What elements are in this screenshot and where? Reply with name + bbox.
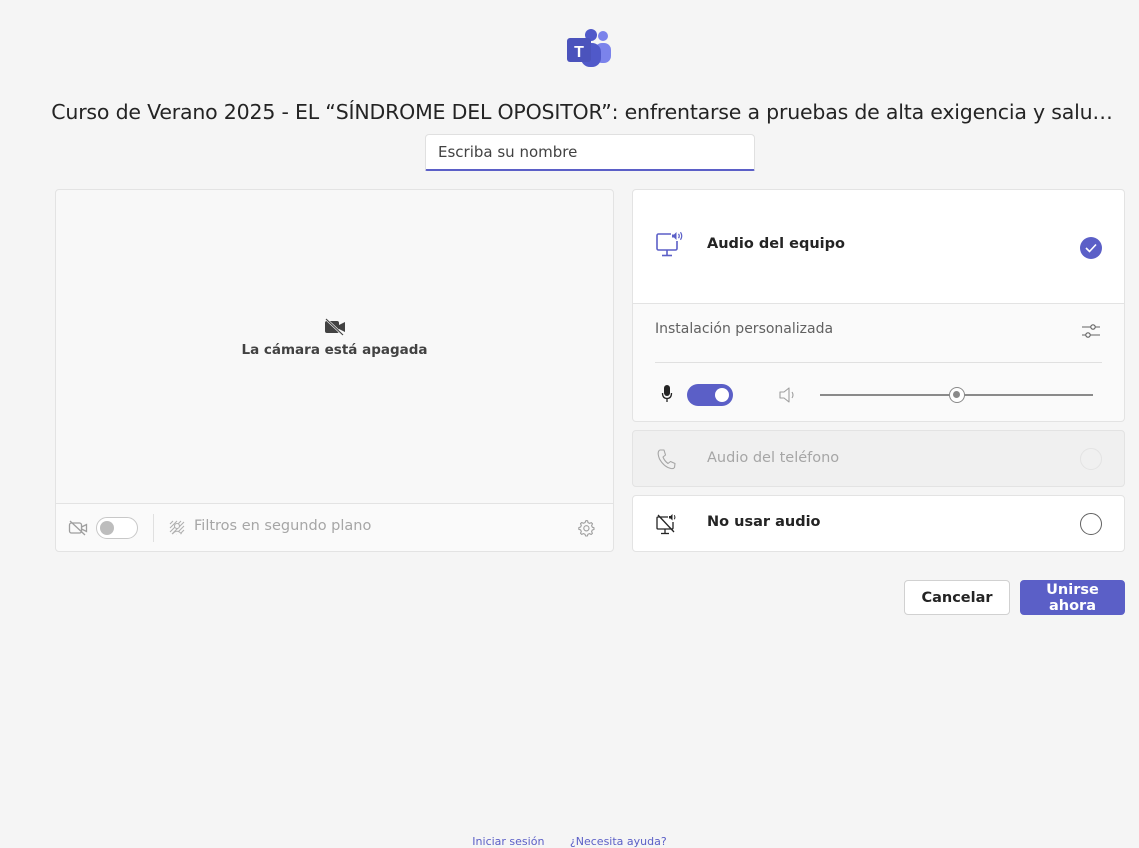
camera-off-label: La cámara está apagada — [241, 342, 428, 358]
divider — [655, 362, 1102, 363]
volume-slider-thumb[interactable] — [948, 387, 965, 403]
camera-toggle[interactable] — [96, 517, 138, 539]
video-off-icon — [324, 318, 345, 336]
speaker-off-icon — [656, 513, 677, 535]
phone-audio-option[interactable]: Audio del teléfono — [632, 430, 1125, 487]
svg-text:T: T — [574, 44, 584, 61]
cancel-button[interactable]: Cancelar — [904, 580, 1010, 615]
toolbar-divider — [153, 514, 154, 542]
microphone-icon — [661, 385, 673, 402]
no-audio-radio[interactable] — [1080, 513, 1102, 535]
computer-speaker-icon — [656, 231, 683, 257]
background-filters-button[interactable]: Filtros en segundo plano — [194, 518, 371, 534]
no-audio-option[interactable]: No usar audio — [632, 495, 1125, 552]
toggle-knob — [715, 388, 729, 402]
no-audio-label: No usar audio — [707, 514, 821, 530]
name-input[interactable] — [425, 134, 755, 171]
computer-audio-option[interactable]: Audio del equipo — [632, 189, 1125, 304]
camera-off-message: La cámara está apagada — [56, 318, 613, 358]
video-toolbar: Filtros en segundo plano — [56, 503, 613, 551]
footer: Iniciar sesión ¿Necesita ayuda? — [0, 835, 1139, 848]
custom-setup-label: Instalación personalizada — [655, 321, 834, 337]
sliders-icon[interactable] — [1080, 320, 1102, 342]
selected-check-icon — [1080, 237, 1102, 259]
custom-setup-panel: Instalación personalizada — [632, 304, 1125, 422]
video-preview: La cámara está apagada Filtros en segund… — [55, 189, 614, 552]
phone-audio-label: Audio del teléfono — [707, 450, 840, 466]
phone-audio-radio[interactable] — [1080, 448, 1102, 470]
toggle-knob — [100, 521, 114, 535]
phone-icon — [657, 449, 676, 470]
microphone-toggle[interactable] — [687, 384, 733, 406]
sign-in-link[interactable]: Iniciar sesión — [472, 835, 544, 848]
meeting-title: Curso de Verano 2025 - EL “SÍNDROME DEL … — [51, 100, 1113, 124]
join-now-button[interactable]: Unirse ahora — [1020, 580, 1125, 615]
computer-audio-label: Audio del equipo — [707, 236, 845, 252]
teams-logo-icon: T — [567, 29, 611, 67]
help-link[interactable]: ¿Necesita ayuda? — [570, 835, 667, 848]
background-filters-icon — [169, 520, 185, 535]
speaker-icon — [779, 387, 794, 403]
camera-off-icon — [68, 520, 88, 536]
gear-icon[interactable] — [576, 518, 596, 538]
